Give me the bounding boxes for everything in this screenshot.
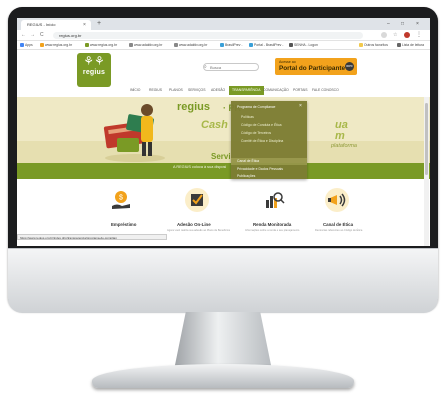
services-subtitle: A REGIUS coloca à sua disposi: [173, 165, 227, 169]
hero-headline-right-2: m: [335, 130, 345, 142]
bookmark-item[interactable]: BrasilPrev -: [220, 41, 243, 49]
nav-inicio[interactable]: INÍCIO: [130, 86, 140, 95]
bookmark-icon: [40, 43, 44, 48]
bookmark-item[interactable]: SENHA - Logon: [289, 41, 318, 49]
bookmark-item[interactable]: www.adaktiv.org.br: [129, 41, 162, 49]
menu-item-canal-etica[interactable]: Canal de Ética: [237, 159, 259, 163]
hero-headline: Cash: [201, 119, 228, 131]
screen: REGIUS - Início × + – □ × ← → C regius.o…: [17, 18, 430, 246]
logo-figures-icon: ⚘⚘: [83, 54, 105, 68]
checkbox-icon: [191, 194, 203, 206]
nav-adesao[interactable]: ADESÃO: [211, 86, 225, 95]
close-icon[interactable]: ×: [299, 103, 302, 109]
minimize-button[interactable]: –: [387, 19, 390, 29]
new-tab-button[interactable]: +: [97, 19, 101, 29]
service-title-renda[interactable]: Renda Monitorada: [253, 222, 291, 227]
nav-transparencia[interactable]: TRANSPARÊNCIA: [229, 86, 264, 95]
menu-item-comite-etica[interactable]: Comitê de Ética e Disciplina: [241, 139, 283, 143]
service-desc-canal-etica: Denúncias referentes ao Código de Ética: [315, 229, 363, 232]
tab-title: REGIUS - Início: [27, 22, 56, 27]
monitor-stand-neck: [174, 312, 272, 370]
nav-comunicacao[interactable]: COMUNICAÇÃO: [263, 86, 289, 95]
bookmark-item[interactable]: www.regius.org.br: [40, 41, 72, 49]
avatar[interactable]: [404, 32, 410, 38]
status-bar-url: https://www.regius.org.br/index.php/tran…: [17, 234, 167, 240]
maximize-button[interactable]: □: [401, 19, 404, 29]
search-icon: ⌕: [204, 64, 207, 70]
money-icon: $: [112, 191, 130, 209]
reading-list-icon: [397, 43, 401, 48]
logo-text: regius: [82, 69, 106, 76]
transparencia-dropdown: × Programa de Compliance Políticas Códig…: [231, 101, 307, 179]
service-title-canal-etica[interactable]: Canal de Ética: [323, 222, 353, 227]
nav-regius[interactable]: REGIUS: [149, 86, 162, 95]
portal-caption: Acesse ao: [279, 60, 296, 64]
svg-text:$: $: [119, 195, 123, 202]
search-input[interactable]: Busca: [203, 63, 259, 71]
hero-tagline: plataforma: [331, 143, 357, 149]
tab-close-icon[interactable]: ×: [83, 20, 86, 30]
service-title-emprestimo[interactable]: Empréstimo: [111, 222, 136, 227]
menu-item-publicacoes[interactable]: Publicações: [237, 174, 255, 178]
hero-logo: regius: [177, 101, 211, 113]
service-canal-etica[interactable]: [325, 188, 349, 212]
portal-title: Portal do Participante: [279, 65, 346, 72]
portal-participante-button[interactable]: Acesse ao Portal do Participante IRPF: [275, 58, 357, 75]
menu-item-codigo-terceiros[interactable]: Código de Terceiros: [241, 131, 271, 135]
bookmark-icon: [129, 43, 133, 48]
bookmark-icon: [174, 43, 178, 48]
regius-logo[interactable]: ⚘⚘ regius: [77, 53, 111, 87]
bookmark-item[interactable]: www.adaktiv.org.br: [174, 41, 207, 49]
menu-item-programa-compliance[interactable]: Programa de Compliance: [237, 105, 275, 109]
close-window-button[interactable]: ×: [416, 19, 419, 29]
bookmark-item[interactable]: www.regius.org.br: [85, 41, 117, 49]
menu-item-politicas[interactable]: Políticas: [241, 115, 254, 119]
bookmark-icon: [220, 43, 224, 48]
star-icon[interactable]: ☆: [393, 32, 397, 38]
bookmark-apps[interactable]: Apps: [20, 41, 33, 49]
hero-illustration: [103, 104, 165, 162]
bookmark-icon: [289, 43, 293, 48]
megaphone-icon: [328, 193, 346, 207]
monitor-stand-base: [92, 364, 354, 388]
irpf-badge: IRPF: [345, 62, 354, 71]
service-title-adesao[interactable]: Adesão On-Line: [177, 222, 211, 227]
nav-servicos[interactable]: SERVIÇOS: [188, 86, 205, 95]
monitor-chin: [8, 248, 438, 313]
folder-icon: [359, 43, 363, 48]
menu-item-codigo-conduta[interactable]: Código de Conduta e Ética: [241, 123, 282, 127]
menu-item-privacidade[interactable]: Privacidade e Dados Pessoais: [237, 167, 283, 171]
bookmark-icon: [85, 43, 89, 48]
service-adesao[interactable]: [185, 188, 209, 212]
bookmark-icon: [249, 43, 253, 48]
forward-button[interactable]: →: [30, 30, 35, 40]
url-input[interactable]: regius.org.br: [53, 32, 363, 39]
scrollbar-thumb[interactable]: [425, 103, 428, 175]
browser-tab[interactable]: REGIUS - Início ×: [21, 20, 91, 30]
nav-planos[interactable]: PLANOS: [169, 86, 183, 95]
back-button[interactable]: ←: [21, 30, 26, 40]
nav-portais[interactable]: PORTAIS: [293, 86, 308, 95]
service-emprestimo[interactable]: $: [109, 188, 133, 212]
menu-icon[interactable]: ⋮: [416, 31, 422, 39]
reload-button[interactable]: C: [40, 30, 44, 40]
extension-icon[interactable]: [381, 32, 387, 38]
bookmark-item[interactable]: Portal - BrasilPrev -: [249, 41, 283, 49]
bookmark-folder[interactable]: Outros favoritos: [359, 41, 388, 49]
chart-search-icon: [266, 192, 285, 208]
reading-list[interactable]: Lista de leitura: [397, 41, 424, 49]
service-renda[interactable]: [262, 188, 286, 212]
service-desc-renda: Informações sobre a renda e seu planejam…: [245, 229, 300, 232]
services-title: Servi: [211, 152, 231, 161]
apps-icon: [20, 43, 24, 48]
service-desc-adesao: Agora você realiza sua adesão ao Plano d…: [167, 229, 231, 232]
nav-fale-conosco[interactable]: FALE CONOSCO: [312, 86, 339, 95]
